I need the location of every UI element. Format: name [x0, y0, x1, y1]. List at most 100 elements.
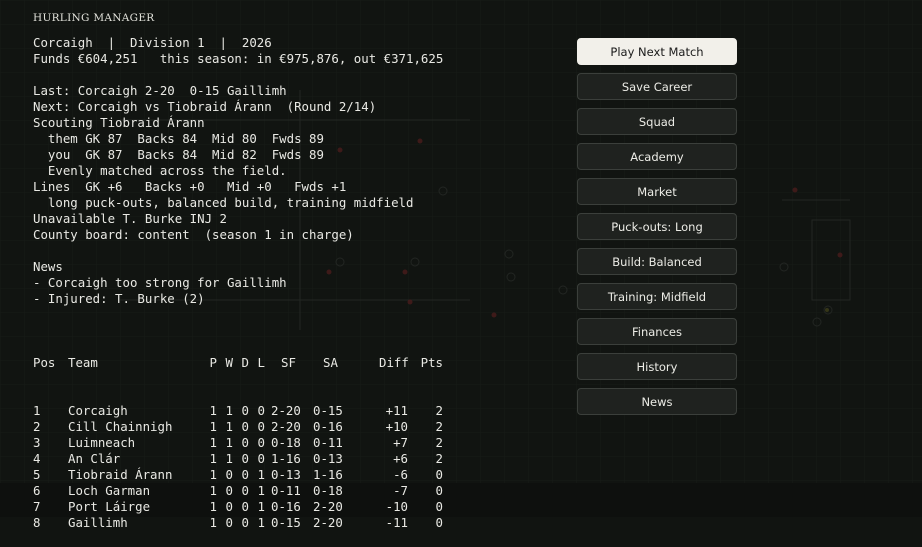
cell-w: 1 — [225, 435, 233, 450]
cell-pts: 2 — [435, 451, 443, 466]
cell-sa: 0-18 — [313, 483, 343, 498]
cell-d: 0 — [241, 435, 249, 450]
main-menu: Play Next Match Save Career Squad Academ… — [577, 38, 737, 415]
cell-pos: 1 — [33, 403, 41, 418]
status-panel: Corcaigh | Division 1 | 2026 Funds €604,2… — [33, 35, 443, 307]
lines-ratings: Lines GK +6 Backs +0 Mid +0 Fwds +1 — [33, 179, 347, 194]
cell-l: 1 — [257, 467, 265, 482]
cell-sa: 1-16 — [313, 467, 343, 482]
cell-team: Port Láirge — [68, 499, 151, 514]
cell-d: 0 — [241, 467, 249, 482]
market-button[interactable]: Market — [577, 178, 737, 205]
cell-d: 0 — [241, 499, 249, 514]
header-sf: SF — [281, 355, 296, 370]
cell-d: 0 — [241, 515, 249, 530]
news-item: - Injured: T. Burke (2) — [33, 291, 205, 306]
cell-sa: 0-16 — [313, 419, 343, 434]
cell-w: 0 — [225, 467, 233, 482]
cell-pts: 0 — [435, 499, 443, 514]
header-diff: Diff — [379, 355, 409, 370]
cell-sf: 0-15 — [271, 515, 301, 530]
table-row: 8 Gaillimh 1 0 0 1 0-15 2-20 -11 0 — [33, 515, 443, 531]
next-match: Next: Corcaigh vs Tiobraid Árann (Round … — [33, 99, 377, 114]
cell-w: 1 — [225, 403, 233, 418]
table-row: 5 Tiobraid Árann 1 0 0 1 0-13 1-16 -6 0 — [33, 467, 443, 483]
cell-sa: 2-20 — [313, 515, 343, 530]
cell-diff: -7 — [393, 483, 408, 498]
table-row: 4 An Clár 1 1 0 0 1-16 0-13 +6 2 — [33, 451, 443, 467]
lines-tactics: long puck-outs, balanced build, training… — [33, 195, 414, 210]
cell-d: 0 — [241, 451, 249, 466]
header-p: P — [209, 355, 217, 370]
header-team: Team — [68, 355, 98, 370]
cell-p: 1 — [209, 451, 217, 466]
table-row: 2 Cill Chainnigh 1 1 0 0 2-20 0-16 +10 2 — [33, 419, 443, 435]
puckouts-button[interactable]: Puck-outs: Long — [577, 213, 737, 240]
squad-button[interactable]: Squad — [577, 108, 737, 135]
cell-diff: -10 — [385, 499, 408, 514]
cell-l: 0 — [257, 403, 265, 418]
news-item: - Corcaigh too strong for Gaillimh — [33, 275, 287, 290]
cell-sf: 0-13 — [271, 467, 301, 482]
cell-pos: 7 — [33, 499, 41, 514]
cell-pos: 6 — [33, 483, 41, 498]
league-table-header: Pos Team P W D L SF SA Diff Pts — [33, 355, 443, 371]
funds-line: Funds €604,251 this season: in €975,876,… — [33, 51, 444, 66]
cell-pts: 0 — [435, 467, 443, 482]
county-board-status: County board: content (season 1 in charg… — [33, 227, 354, 242]
cell-p: 1 — [209, 435, 217, 450]
academy-button[interactable]: Academy — [577, 143, 737, 170]
cell-pos: 4 — [33, 451, 41, 466]
cell-team: Cill Chainnigh — [68, 419, 173, 434]
save-career-button[interactable]: Save Career — [577, 73, 737, 100]
cell-pts: 0 — [435, 483, 443, 498]
cell-sf: 0-11 — [271, 483, 301, 498]
play-next-match-button[interactable]: Play Next Match — [577, 38, 737, 65]
cell-diff: -11 — [385, 515, 408, 530]
news-title: News — [33, 259, 63, 274]
history-button[interactable]: History — [577, 353, 737, 380]
training-button[interactable]: Training: Midfield — [577, 283, 737, 310]
cell-pts: 2 — [435, 435, 443, 450]
cell-diff: +6 — [393, 451, 408, 466]
table-row: 3 Luimneach 1 1 0 0 0-18 0-11 +7 2 — [33, 435, 443, 451]
cell-p: 1 — [209, 483, 217, 498]
scouting-them: them GK 87 Backs 84 Mid 80 Fwds 89 — [33, 131, 324, 146]
cell-pos: 3 — [33, 435, 41, 450]
cell-team: Luimneach — [68, 435, 136, 450]
career-header: Corcaigh | Division 1 | 2026 — [33, 35, 272, 50]
cell-pos: 2 — [33, 419, 41, 434]
header-l: L — [257, 355, 265, 370]
cell-p: 1 — [209, 467, 217, 482]
news-button[interactable]: News — [577, 388, 737, 415]
cell-pos: 5 — [33, 467, 41, 482]
cell-diff: +10 — [385, 419, 408, 434]
cell-sf: 2-20 — [271, 419, 301, 434]
cell-l: 1 — [257, 483, 265, 498]
cell-sf: 0-18 — [271, 435, 301, 450]
league-table-body: 1 Corcaigh 1 1 0 0 2-20 0-15 +11 2 2 Cill Chainnigh… — [33, 403, 443, 531]
finances-button[interactable]: Finances — [577, 318, 737, 345]
cell-w: 0 — [225, 499, 233, 514]
cell-l: 0 — [257, 419, 265, 434]
cell-sf: 1-16 — [271, 451, 301, 466]
cell-l: 1 — [257, 499, 265, 514]
cell-team: Corcaigh — [68, 403, 128, 418]
cell-sa: 0-13 — [313, 451, 343, 466]
header-pos: Pos — [33, 355, 56, 370]
last-match: Last: Corcaigh 2-20 0-15 Gaillimh — [33, 83, 287, 98]
cell-team: Tiobraid Árann — [68, 467, 173, 482]
header-d: D — [241, 355, 249, 370]
cell-l: 0 — [257, 451, 265, 466]
build-button[interactable]: Build: Balanced — [577, 248, 737, 275]
cell-team: Loch Garman — [68, 483, 151, 498]
league-table: Pos Team P W D L SF SA Diff Pts 1 Corcaig… — [33, 323, 443, 547]
cell-diff: -6 — [393, 467, 408, 482]
table-row: 1 Corcaigh 1 1 0 0 2-20 0-15 +11 2 — [33, 403, 443, 419]
cell-team: Gaillimh — [68, 515, 128, 530]
cell-l: 0 — [257, 435, 265, 450]
header-pts: Pts — [420, 355, 443, 370]
header-sa: SA — [323, 355, 338, 370]
